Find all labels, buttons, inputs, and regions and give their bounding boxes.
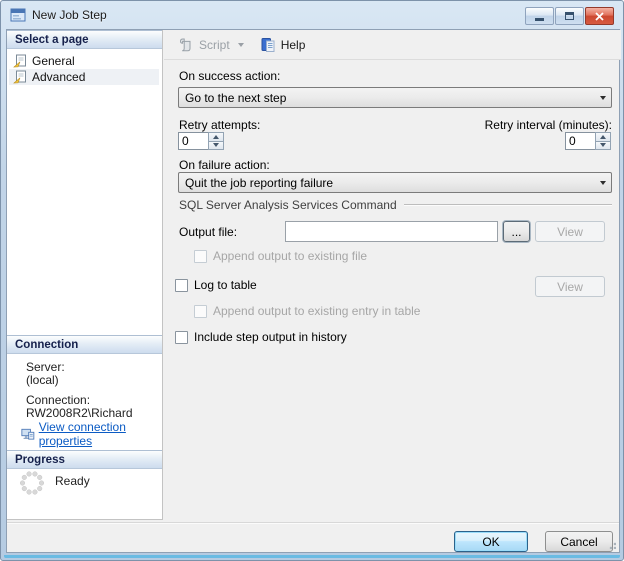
script-button: Script	[174, 34, 248, 56]
output-file-label: Output file:	[179, 225, 238, 239]
chevron-down-icon	[599, 180, 606, 185]
sidebar-item-general[interactable]: General	[9, 53, 159, 69]
sidebar-item-advanced[interactable]: Advanced	[9, 69, 159, 85]
minimize-icon	[535, 17, 544, 21]
help-doc-icon	[261, 37, 275, 52]
retry-interval-down-button[interactable]	[595, 141, 611, 150]
retry-attempts-input[interactable]	[178, 132, 208, 150]
connection-header: Connection	[7, 335, 162, 354]
maximize-icon	[565, 12, 574, 20]
arrow-up-icon	[600, 134, 606, 139]
connection-value: RW2008R2\Richard	[26, 406, 133, 420]
page-icon	[13, 54, 26, 68]
browse-button[interactable]: ...	[503, 221, 530, 242]
chevron-down-icon	[237, 42, 244, 47]
footer: OK Cancel	[7, 522, 619, 552]
arrow-down-icon	[600, 143, 606, 148]
select-a-page-header: Select a page	[7, 30, 162, 49]
append-table-checkbox	[194, 304, 207, 318]
on-success-value: Go to the next step	[185, 90, 287, 105]
server-label: Server:	[26, 360, 65, 374]
scroll-icon	[179, 38, 191, 51]
app-icon	[10, 8, 26, 22]
retry-interval-label: Retry interval (minutes):	[484, 118, 612, 132]
retry-interval-stepper	[565, 132, 611, 150]
append-table-label: Append output to existing entry in table	[213, 304, 421, 318]
log-to-table-checkbox[interactable]	[175, 278, 188, 292]
connection-label: Connection:	[26, 393, 91, 407]
dialog-client-area: Select a page General Advanced Connectio…	[6, 29, 621, 553]
on-failure-dropdown[interactable]: Quit the job reporting failure	[178, 172, 612, 193]
resize-grip[interactable]	[607, 540, 616, 549]
window-frame-highlight	[4, 555, 620, 558]
log-to-table-checkbox-row: Log to table	[175, 278, 257, 292]
help-label: Help	[280, 37, 306, 52]
append-file-checkbox	[194, 249, 207, 263]
arrow-down-icon	[213, 143, 219, 148]
close-button[interactable]	[585, 7, 614, 25]
on-failure-value: Quit the job reporting failure	[185, 175, 334, 190]
include-history-checkbox-row: Include step output in history	[175, 330, 347, 344]
script-label: Script	[199, 37, 230, 52]
retry-attempts-down-button[interactable]	[208, 141, 224, 150]
ok-button[interactable]: OK	[454, 531, 528, 552]
view-output-file-button: View	[535, 221, 605, 242]
sidebar: Select a page General Advanced Connectio…	[7, 30, 163, 520]
minimize-button[interactable]	[525, 7, 554, 25]
group-divider	[403, 204, 612, 206]
progress-spinner-icon	[19, 471, 45, 495]
on-success-dropdown[interactable]: Go to the next step	[178, 87, 612, 108]
sidebar-item-label: General	[32, 54, 75, 68]
include-history-label: Include step output in history	[194, 330, 347, 344]
log-to-table-label: Log to table	[194, 278, 257, 292]
window-title: New Job Step	[32, 8, 107, 22]
append-file-checkbox-row: Append output to existing file	[194, 249, 367, 263]
retry-interval-input[interactable]	[565, 132, 595, 150]
on-success-label: On success action:	[179, 69, 281, 83]
server-value: (local)	[26, 373, 59, 387]
link-label: View connection properties	[38, 420, 126, 448]
connection-properties-icon	[21, 428, 35, 440]
cancel-button[interactable]: Cancel	[545, 531, 613, 552]
on-failure-label: On failure action:	[179, 158, 270, 172]
ssas-command-group-label: SQL Server Analysis Services Command	[179, 198, 397, 212]
retry-attempts-stepper	[178, 132, 224, 150]
help-button[interactable]: Help	[256, 34, 310, 56]
include-history-checkbox[interactable]	[175, 330, 188, 344]
append-file-label: Append output to existing file	[213, 249, 368, 263]
arrow-up-icon	[213, 134, 219, 139]
progress-status: Ready	[55, 474, 90, 488]
view-log-table-button: View	[535, 276, 605, 297]
ssas-command-group: SQL Server Analysis Services Command	[179, 198, 612, 212]
chevron-down-icon	[599, 95, 606, 100]
retry-interval-up-button[interactable]	[595, 132, 611, 142]
maximize-button[interactable]	[555, 7, 584, 25]
new-job-step-dialog: New Job Step Select a page General Advan…	[0, 0, 624, 561]
progress-header: Progress	[7, 450, 162, 469]
sidebar-item-label: Advanced	[32, 70, 86, 84]
close-icon	[595, 11, 604, 21]
retry-attempts-up-button[interactable]	[208, 132, 224, 142]
view-connection-properties-link[interactable]: View connection properties	[21, 420, 162, 448]
append-table-checkbox-row: Append output to existing entry in table	[194, 304, 420, 318]
output-file-input[interactable]	[285, 221, 498, 242]
page-icon	[13, 70, 26, 84]
retry-attempts-label: Retry attempts:	[179, 118, 261, 132]
titlebar[interactable]: New Job Step	[2, 2, 622, 28]
toolbar: Script Help	[164, 30, 621, 60]
